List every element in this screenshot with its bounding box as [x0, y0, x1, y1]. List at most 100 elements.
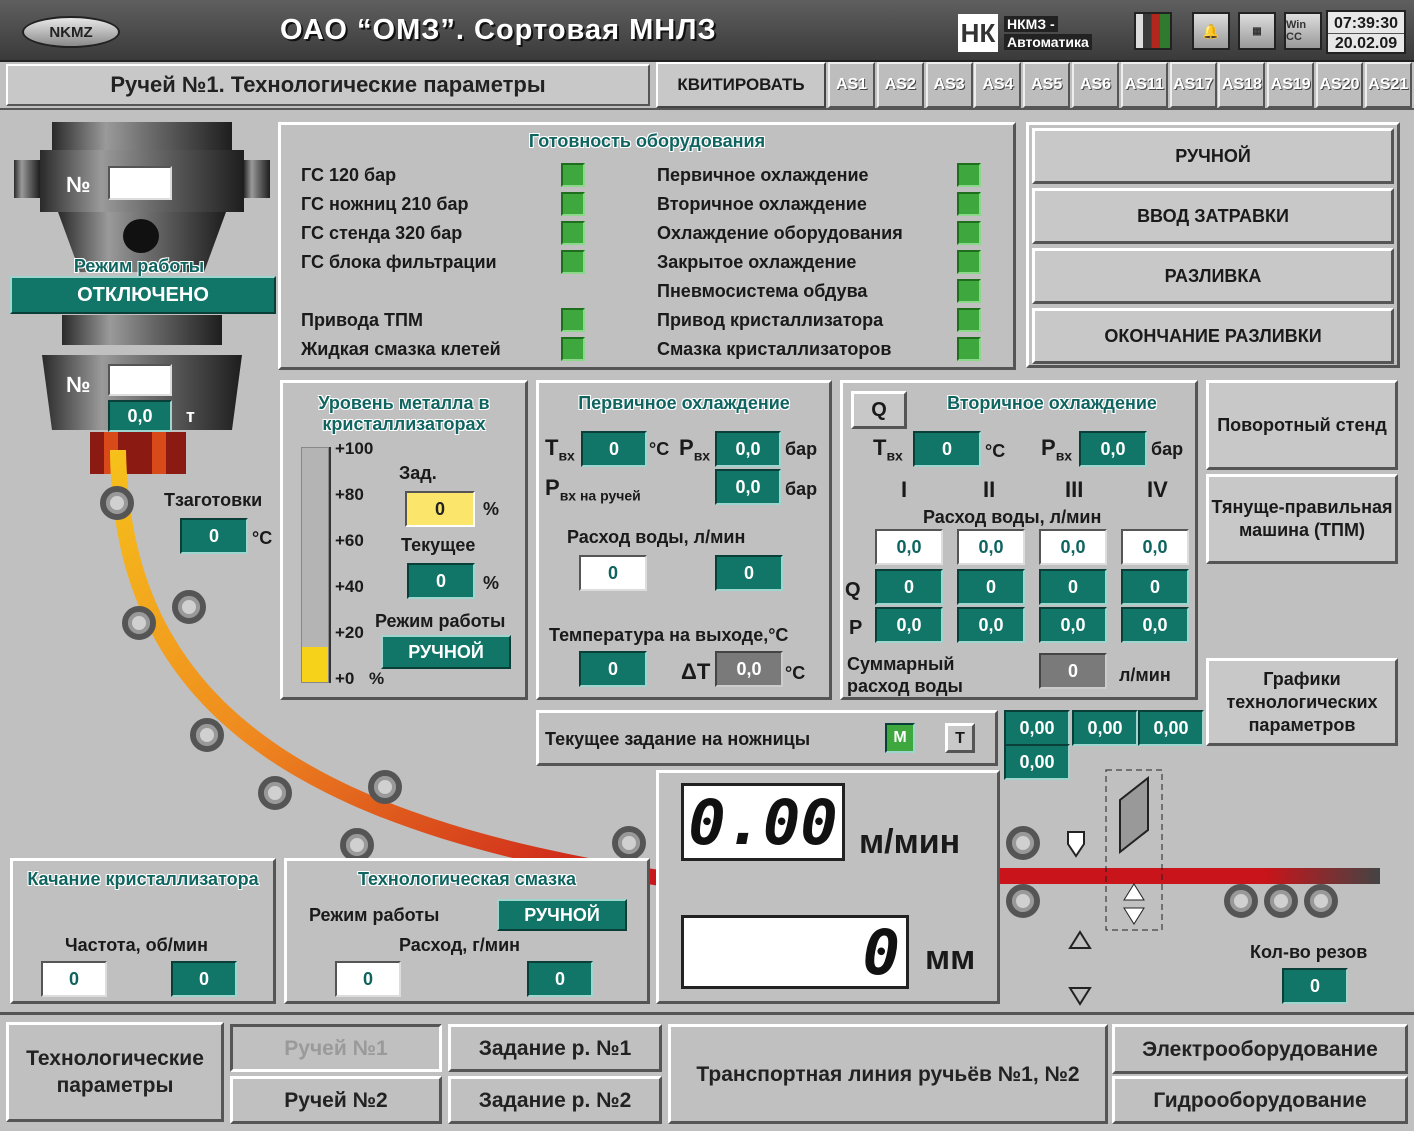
- zone-q-value: 0: [1121, 569, 1189, 605]
- level-scale-tick: +40: [335, 577, 364, 596]
- primary-pin-label: Pвх: [679, 435, 711, 464]
- nav-electric[interactable]: Электрооборудование: [1112, 1024, 1408, 1074]
- level-scale-tick: +80: [335, 485, 364, 504]
- oscillation-title: Качание кристаллизатора: [27, 869, 259, 889]
- brand-line-2: Автоматика: [1004, 34, 1092, 50]
- zone-flow-set[interactable]: 0,0: [1121, 529, 1189, 565]
- zone-label: II: [983, 477, 996, 502]
- nav-transport-line[interactable]: Транспортная линия ручьёв №1, №2: [668, 1024, 1108, 1124]
- as-tab-as20[interactable]: AS20: [1316, 62, 1363, 108]
- zone-label: IV: [1147, 477, 1168, 502]
- as-tab-as5[interactable]: AS5: [1023, 62, 1071, 108]
- oscillation-set[interactable]: 0: [41, 961, 107, 997]
- charts-button[interactable]: Графики технологических параметров: [1206, 658, 1398, 746]
- oscillation-freq-label: Частота, об/мин: [65, 935, 208, 955]
- zone-p-value: 0,0: [957, 607, 1025, 643]
- as-tab-as17[interactable]: AS17: [1169, 62, 1217, 108]
- as-tab-as19[interactable]: AS19: [1267, 62, 1315, 108]
- nav-strand-2[interactable]: Ручей №2: [230, 1076, 442, 1124]
- roll-icon: [368, 770, 402, 804]
- arrow-up-icon[interactable]: [1068, 930, 1092, 949]
- as-tab-as18[interactable]: AS18: [1218, 62, 1266, 108]
- readiness-led: [957, 250, 981, 274]
- nav-tech-params[interactable]: Технологические параметры: [6, 1022, 224, 1122]
- shears-m-button[interactable]: M: [885, 723, 915, 753]
- shear-blade-icon: [1119, 775, 1149, 855]
- nav-task-1[interactable]: Задание р. №1: [448, 1024, 662, 1072]
- readiness-led: [957, 192, 981, 216]
- zone-q-value: 0: [1039, 569, 1107, 605]
- casting-button[interactable]: РАЗЛИВКА: [1032, 248, 1394, 304]
- level-set-input[interactable]: 0: [405, 491, 475, 527]
- primary-flow-label: Расход воды, л/мин: [567, 527, 746, 547]
- shears-value-2: 0,00: [1072, 710, 1138, 746]
- ladle-mode-status: ОТКЛЮЧЕНО: [10, 276, 276, 314]
- as-tab-as1[interactable]: AS1: [828, 62, 875, 108]
- zone-flow-set[interactable]: 0,0: [1039, 529, 1107, 565]
- zone-flow-set[interactable]: 0,0: [957, 529, 1025, 565]
- nav-strand-1[interactable]: Ручей №1: [230, 1024, 442, 1072]
- brand-logo: НК НКМЗ - Автоматика: [958, 14, 1118, 52]
- zone-label: III: [1065, 477, 1084, 502]
- readiness-led: [957, 308, 981, 332]
- page-title: Ручей №1. Технологические параметры: [6, 64, 650, 106]
- zone-label: I: [901, 477, 908, 502]
- cut-marker-icon: [1067, 831, 1085, 858]
- arrow-down-icon[interactable]: [1068, 987, 1092, 1006]
- readiness-led: [561, 250, 585, 274]
- nav-hydraulic[interactable]: Гидрооборудование: [1112, 1076, 1408, 1124]
- level-scale-tick: +0: [335, 669, 355, 688]
- turret-button[interactable]: Поворотный стенд: [1206, 380, 1398, 470]
- readiness-led: [957, 279, 981, 303]
- as-tab-as21[interactable]: AS21: [1364, 62, 1412, 108]
- wincc-icon[interactable]: Win CC: [1284, 12, 1322, 50]
- shears-t-button[interactable]: T: [945, 723, 975, 753]
- tpm-button[interactable]: Тянуще-правильная машина (ТПМ): [1206, 474, 1398, 564]
- bell-icon[interactable]: 🔔: [1192, 12, 1230, 50]
- secondary-sum-value: 0: [1039, 653, 1107, 689]
- primary-pstrand-unit: бар: [785, 479, 818, 499]
- lube-flow-label: Расход, г/мин: [399, 935, 521, 955]
- lube-mode-label: Режим работы: [309, 905, 440, 925]
- roll-icon: [172, 590, 206, 624]
- lube-mode-button[interactable]: РУЧНОЙ: [497, 899, 627, 931]
- clock-date: 20.02.09: [1334, 35, 1398, 52]
- secondary-p-label: P: [849, 617, 863, 639]
- roll-icon: [1264, 884, 1298, 918]
- as-tab-as3[interactable]: AS3: [925, 62, 973, 108]
- metal-level-panel: Уровень металла в кристаллизаторах +100 +…: [280, 380, 528, 700]
- roll-icon: [1224, 884, 1258, 918]
- readiness-led: [561, 337, 585, 361]
- as-tab-as11[interactable]: AS11: [1120, 62, 1168, 108]
- secondary-flow-label: Расход воды, л/мин: [923, 507, 1102, 527]
- lube-set[interactable]: 0: [335, 961, 401, 997]
- brand-line-1: НКМЗ -: [1004, 16, 1058, 32]
- end-casting-button[interactable]: ОКОНЧАНИЕ РАЗЛИВКИ: [1032, 308, 1394, 364]
- manual-mode-button[interactable]: РУЧНОЙ: [1032, 128, 1394, 184]
- as-tab-as6[interactable]: AS6: [1072, 62, 1119, 108]
- billet-temp-unit: °C: [252, 528, 273, 548]
- readiness-right-label: Охлаждение оборудования: [657, 223, 903, 243]
- level-mode-button[interactable]: РУЧНОЙ: [381, 635, 511, 669]
- clock-time: 07:39:30: [1328, 14, 1404, 34]
- as-tab-as2[interactable]: AS2: [876, 62, 924, 108]
- readiness-led: [957, 337, 981, 361]
- q-button[interactable]: Q: [851, 391, 907, 429]
- cuts-label: Кол-во резов: [1250, 942, 1368, 962]
- status-bars-icon[interactable]: [1134, 12, 1172, 50]
- dummy-bar-button[interactable]: ВВОД ЗАТРАВКИ: [1032, 188, 1394, 244]
- readiness-right-label: Пневмосистема обдува: [657, 281, 868, 301]
- nav-task-2[interactable]: Задание р. №2: [448, 1076, 662, 1124]
- calculator-icon[interactable]: ▦: [1238, 12, 1276, 50]
- primary-pstrand-label: Pвх на ручей: [545, 475, 641, 504]
- primary-pin-value: 0,0: [715, 431, 781, 467]
- acknowledge-button[interactable]: КВИТИРОВАТЬ: [656, 62, 826, 108]
- readiness-right-label: Вторичное охлаждение: [657, 194, 867, 214]
- as-tab-as4[interactable]: AS4: [974, 62, 1022, 108]
- shears-value-1: 0,00: [1004, 710, 1070, 746]
- primary-flow-set[interactable]: 0: [579, 555, 647, 591]
- readiness-led: [561, 221, 585, 245]
- readiness-led: [957, 221, 981, 245]
- zone-flow-set[interactable]: 0,0: [875, 529, 943, 565]
- readiness-right-label: Закрытое охлаждение: [657, 252, 857, 272]
